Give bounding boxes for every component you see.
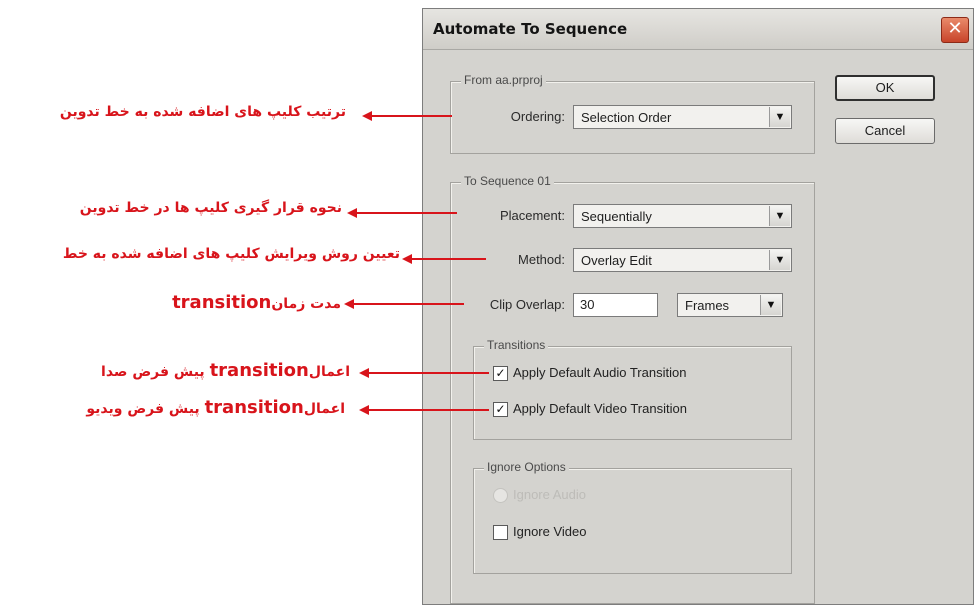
placement-label: Placement: xyxy=(499,208,565,223)
method-value: Overlay Edit xyxy=(581,253,652,268)
annotation-method: تعیین روش ویرایش کلیپ های اضافه شده به خ… xyxy=(62,246,400,262)
close-icon[interactable]: ✕ xyxy=(941,17,969,43)
arrow-left-icon xyxy=(347,208,357,218)
annotation-placement: نحوه قرار گیری کلیپ ها در خط تدوین xyxy=(79,200,342,216)
ordering-label: Ordering: xyxy=(510,109,565,124)
ignore-options-legend: Ignore Options xyxy=(484,460,569,474)
chevron-down-icon[interactable]: ▼ xyxy=(760,295,781,315)
automate-to-sequence-dialog: Automate To Sequence ✕ OK Cancel From aa… xyxy=(422,8,974,605)
annotation-arrow-ordering xyxy=(372,115,452,117)
arrow-left-icon xyxy=(359,405,369,415)
annotation-audio-transition: اعمالtransition پیش فرض صدا xyxy=(101,360,350,381)
ignore-video-checkbox[interactable] xyxy=(493,525,508,540)
annotation-ordering: ترتیب کلیپ های اضافه شده به خط تدوین xyxy=(59,104,346,120)
ignore-audio-checkbox xyxy=(493,488,508,503)
clip-overlap-label: Clip Overlap: xyxy=(489,297,565,312)
clip-overlap-input[interactable]: 30 xyxy=(573,293,658,317)
ordering-value: Selection Order xyxy=(581,110,672,125)
chevron-down-icon[interactable]: ▼ xyxy=(769,250,790,270)
placement-dropdown[interactable]: Sequentially ▼ xyxy=(573,204,792,228)
arrow-left-icon xyxy=(402,254,412,264)
clip-overlap-unit-value: Frames xyxy=(685,298,730,313)
chevron-down-icon[interactable]: ▼ xyxy=(769,107,790,127)
transitions-group: Transitions xyxy=(473,338,792,440)
annotation-video-transition: اعمالtransition پیش فرض ویدیو xyxy=(86,397,345,418)
from-group-legend: From aa.prproj xyxy=(461,73,546,87)
apply-video-transition-label[interactable]: Apply Default Video Transition xyxy=(513,401,687,416)
clip-overlap-unit-dropdown[interactable]: Frames ▼ xyxy=(677,293,783,317)
apply-audio-transition-label[interactable]: Apply Default Audio Transition xyxy=(513,365,686,380)
apply-audio-transition-checkbox[interactable]: ✓ xyxy=(493,366,508,381)
transitions-legend: Transitions xyxy=(484,338,549,352)
annotation-arrow-placement xyxy=(357,212,457,214)
title-bar[interactable]: Automate To Sequence ✕ xyxy=(423,9,973,50)
placement-value: Sequentially xyxy=(581,209,652,224)
cancel-button[interactable]: Cancel xyxy=(835,118,935,144)
arrow-left-icon xyxy=(359,368,369,378)
annotation-arrow-clip-overlap xyxy=(354,303,464,305)
ok-button[interactable]: OK xyxy=(835,75,935,101)
ignore-audio-label: Ignore Audio xyxy=(513,487,587,502)
ignore-options-group: Ignore Options xyxy=(473,460,792,574)
ordering-dropdown[interactable]: Selection Order ▼ xyxy=(573,105,792,129)
arrow-left-icon xyxy=(362,111,372,121)
annotation-arrow-method xyxy=(412,258,486,260)
apply-video-transition-checkbox[interactable]: ✓ xyxy=(493,402,508,417)
ignore-video-label[interactable]: Ignore Video xyxy=(513,524,587,539)
annotation-clip-overlap: مدت زمانtransition xyxy=(172,292,341,313)
arrow-left-icon xyxy=(344,299,354,309)
to-sequence-legend: To Sequence 01 xyxy=(461,174,554,188)
chevron-down-icon[interactable]: ▼ xyxy=(769,206,790,226)
annotation-arrow-audio-transition xyxy=(369,372,489,374)
method-dropdown[interactable]: Overlay Edit ▼ xyxy=(573,248,792,272)
annotation-arrow-video-transition xyxy=(369,409,489,411)
dialog-title: Automate To Sequence xyxy=(433,20,628,38)
